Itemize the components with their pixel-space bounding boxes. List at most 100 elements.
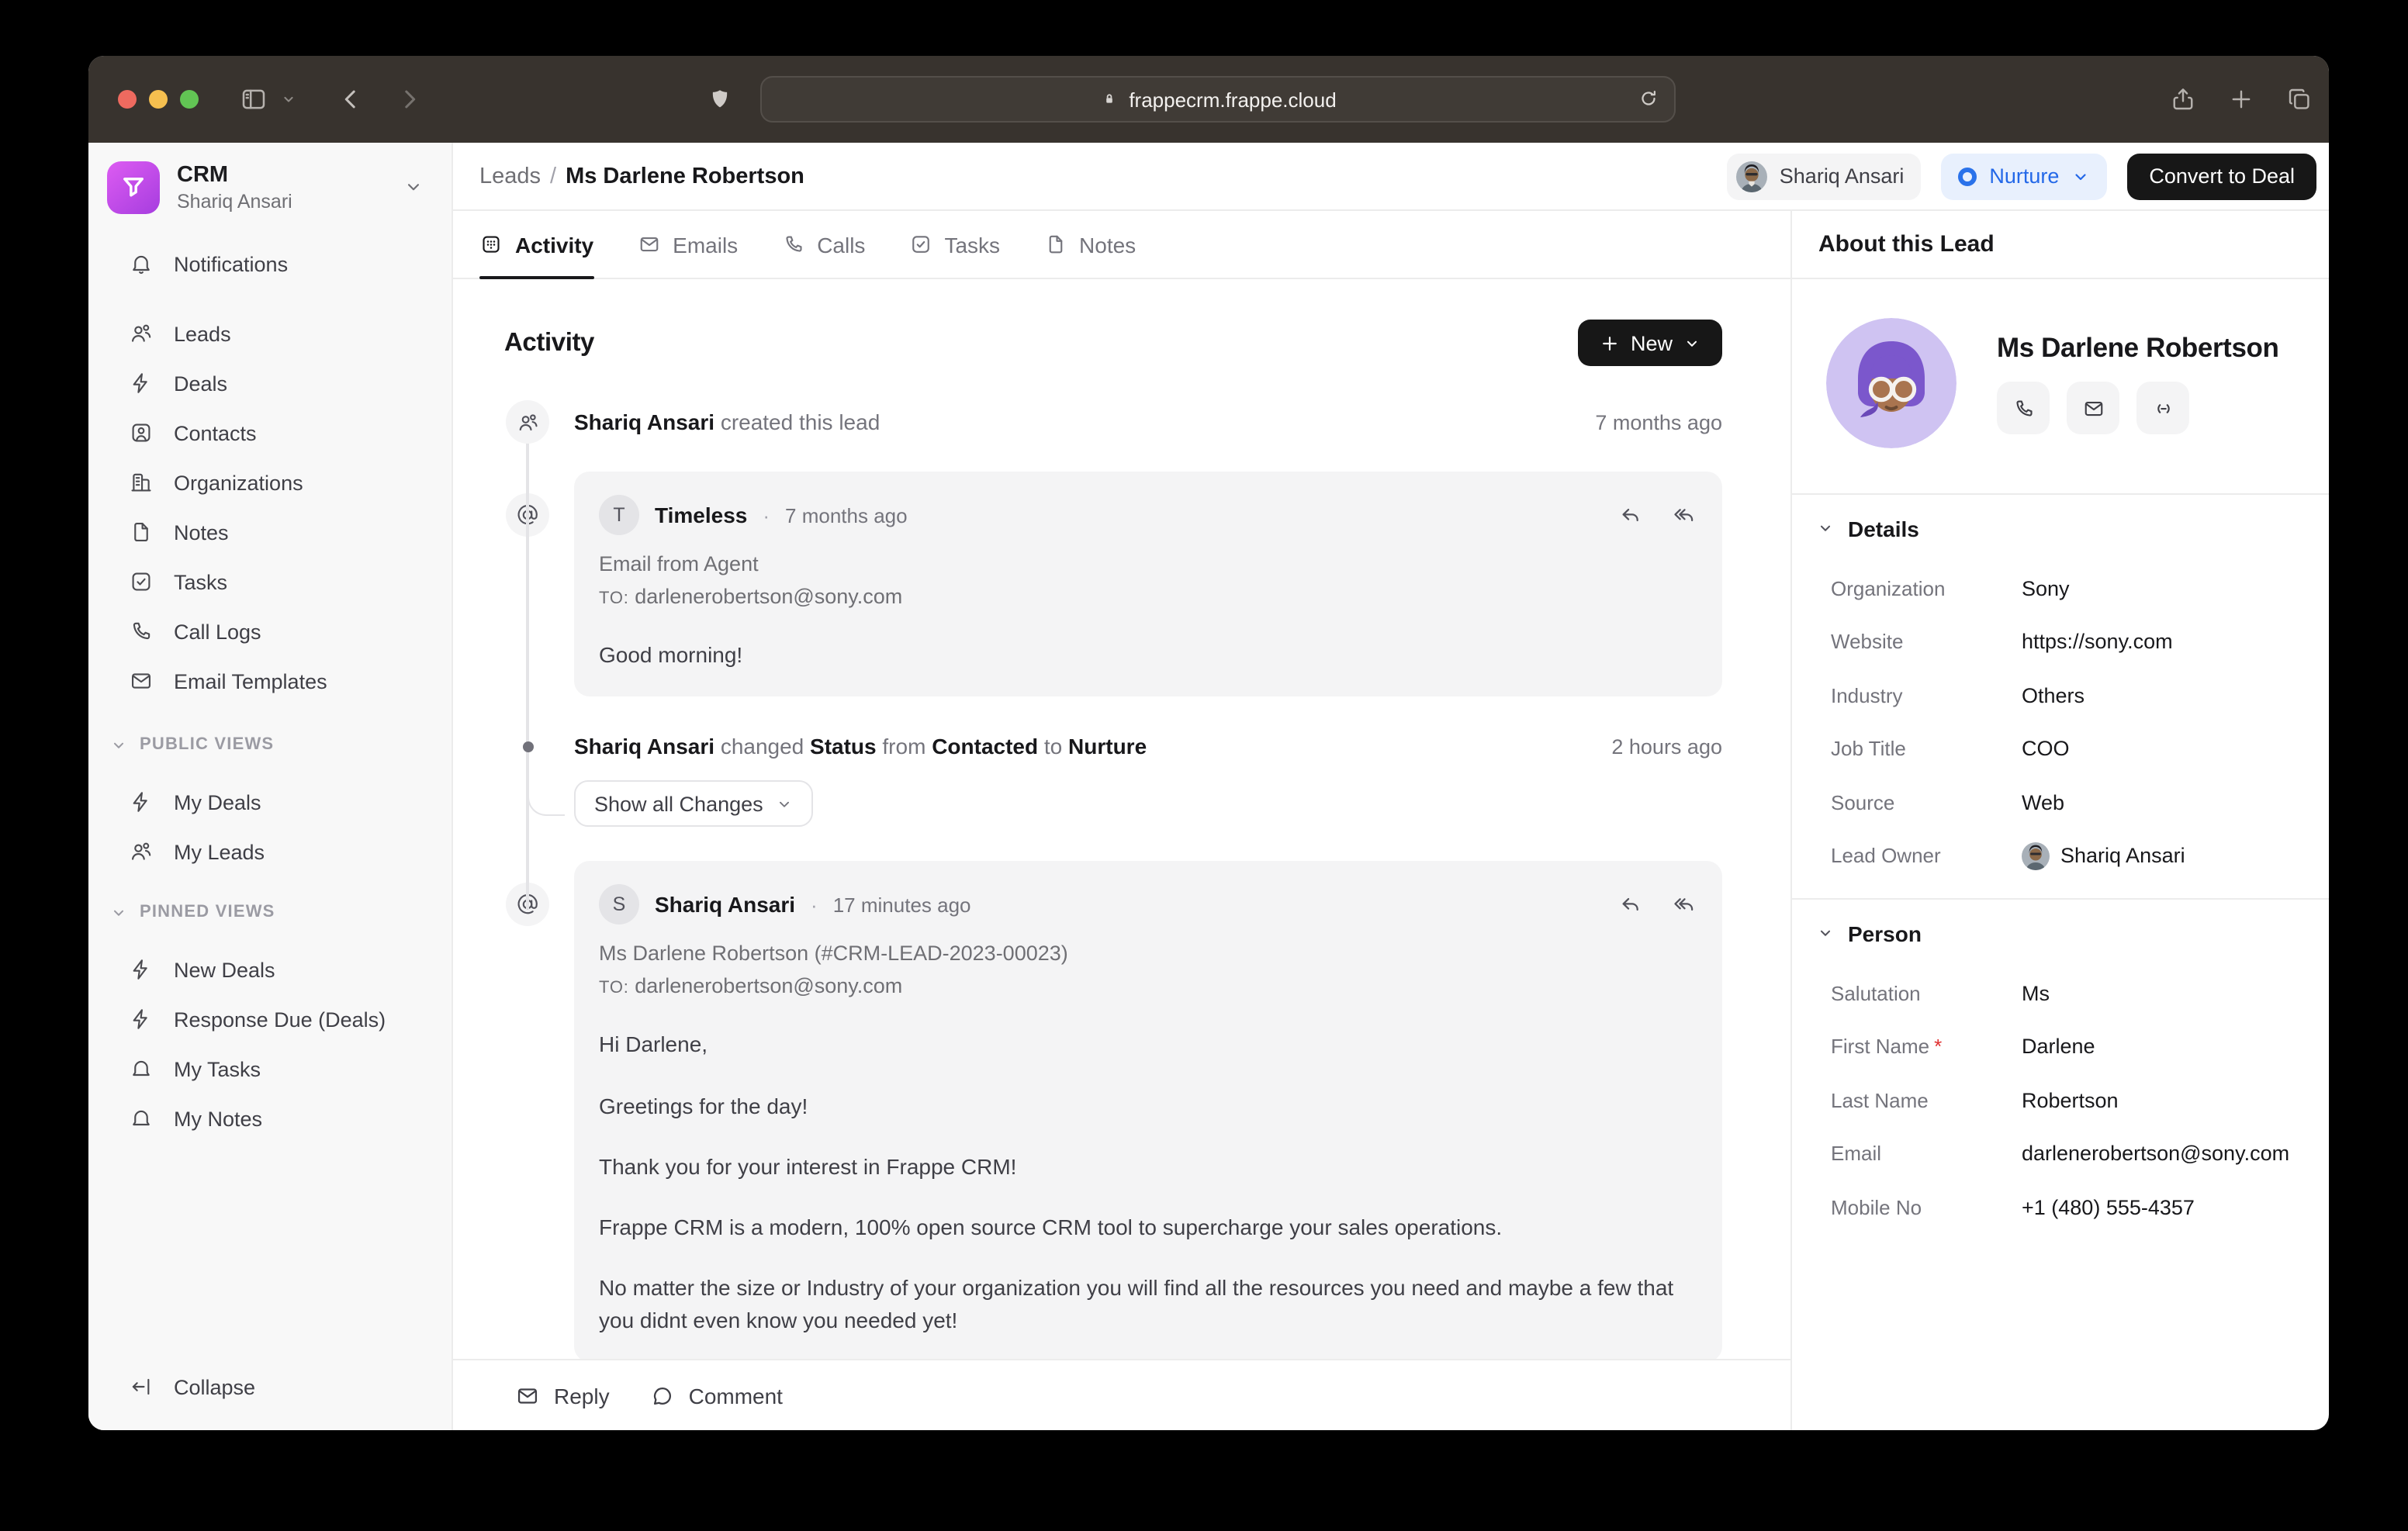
reply-button[interactable]: Reply [515, 1383, 610, 1408]
sidebar-item-leads[interactable]: Leads [88, 309, 452, 358]
comment-button[interactable]: Comment [650, 1383, 783, 1408]
email-subject: Ms Darlene Robertson (#CRM-LEAD-2023-000… [599, 942, 1697, 966]
field-first-name[interactable]: First Name* Darlene [1792, 1020, 2329, 1073]
field-industry[interactable]: Industry Others [1792, 669, 2329, 722]
field-email[interactable]: Email darlenerobertson@sony.com [1792, 1127, 2329, 1180]
url-text: frappecrm.frappe.cloud [1129, 88, 1336, 111]
field-source[interactable]: Source Web [1792, 776, 2329, 829]
section-title: Person [1848, 921, 1922, 945]
reply-all-icon[interactable] [1671, 503, 1697, 527]
sidebar-item-my-leads[interactable]: My Leads [88, 827, 452, 876]
plus-icon [1600, 333, 1620, 353]
users-icon [129, 839, 154, 864]
call-action-button[interactable] [1997, 382, 2050, 434]
sidebar-item-deals[interactable]: Deals [88, 358, 452, 408]
new-tab-plus-icon[interactable] [2228, 86, 2254, 112]
field-salutation[interactable]: Salutation Ms [1792, 966, 2329, 1020]
sidebar-item-my-tasks[interactable]: My Tasks [88, 1044, 452, 1094]
check-square-icon [908, 233, 932, 256]
workspace-switcher[interactable]: CRM Shariq Ansari [88, 143, 452, 214]
lead-avatar[interactable] [1826, 318, 1956, 448]
field-label: Email [1831, 1142, 2022, 1166]
convert-label: Convert to Deal [2149, 164, 2295, 188]
field-label: Job Title [1831, 738, 2022, 761]
field-value: Shariq Ansari [2060, 845, 2185, 868]
email-item: T Timeless · 7 months ago Email f [504, 472, 1722, 697]
sidebar-item-contacts[interactable]: Contacts [88, 408, 452, 458]
sidebar-toggle-icon[interactable] [239, 85, 268, 114]
lead-status-dropdown[interactable]: Nurture [1941, 153, 2107, 199]
maximize-window-button[interactable] [180, 90, 199, 109]
avatar [2022, 842, 2050, 870]
reload-icon[interactable] [1637, 87, 1660, 110]
reply-icon[interactable] [1618, 503, 1643, 527]
reply-all-icon[interactable] [1671, 893, 1697, 918]
tab-calls[interactable]: Calls [781, 211, 865, 278]
details-section-header[interactable]: Details [1792, 495, 2329, 562]
contact-card-icon [129, 420, 154, 445]
show-all-changes-button[interactable]: Show all Changes [574, 781, 813, 828]
assignee-chip[interactable]: Shariq Ansari [1727, 153, 1922, 199]
tab-tasks[interactable]: Tasks [908, 211, 1000, 278]
address-bar[interactable]: frappecrm.frappe.cloud [760, 76, 1676, 123]
tab-activity[interactable]: Activity [479, 211, 593, 278]
tab-label: Tasks [944, 232, 1000, 257]
sidebar-item-label: New Deals [174, 958, 275, 981]
mail-icon [2081, 396, 2105, 420]
sidebar-item-response-due-deals[interactable]: Response Due (Deals) [88, 994, 452, 1044]
chevron-down-icon [403, 177, 424, 197]
sidebar-item-notes[interactable]: Notes [88, 507, 452, 557]
field-label: Mobile No [1831, 1196, 2022, 1219]
shield-icon[interactable] [708, 87, 732, 112]
pinned-views-header[interactable]: PINNED VIEWS [88, 893, 452, 931]
activity-feed[interactable]: Activity New Shariq Ansari creat [453, 279, 1790, 1359]
reply-icon[interactable] [1618, 893, 1643, 918]
minimize-window-button[interactable] [149, 90, 168, 109]
breadcrumb-leads-link[interactable]: Leads [479, 164, 541, 188]
zap-icon [129, 1007, 154, 1032]
sidebar-item-my-notes[interactable]: My Notes [88, 1094, 452, 1143]
sidebar-item-tasks[interactable]: Tasks [88, 557, 452, 607]
sidebar-item-call-logs[interactable]: Call Logs [88, 607, 452, 656]
person-section-header[interactable]: Person [1792, 900, 2329, 966]
phone-icon [129, 619, 154, 644]
building-icon [129, 470, 154, 495]
status-from: Contacted [932, 734, 1038, 759]
field-organization[interactable]: Organization Sony [1792, 562, 2329, 615]
public-views-header[interactable]: PUBLIC VIEWS [88, 726, 452, 763]
chevron-down-icon [776, 796, 793, 813]
forward-button-icon[interactable] [396, 85, 424, 113]
activity-title: Activity [504, 328, 594, 358]
close-window-button[interactable] [118, 90, 137, 109]
app-name: CRM [177, 163, 292, 188]
sidebar-item-my-deals[interactable]: My Deals [88, 777, 452, 827]
field-last-name[interactable]: Last Name Robertson [1792, 1073, 2329, 1127]
convert-to-deal-button[interactable]: Convert to Deal [2127, 153, 2316, 199]
status-to: Nurture [1068, 734, 1147, 759]
sidebar-item-organizations[interactable]: Organizations [88, 458, 452, 507]
field-website[interactable]: Website https://sony.com [1792, 615, 2329, 669]
share-icon[interactable] [2169, 85, 2197, 113]
tab-emails[interactable]: Emails [637, 211, 738, 278]
email-action-button[interactable] [2067, 382, 2119, 434]
field-mobile-no[interactable]: Mobile No +1 (480) 555-4357 [1792, 1180, 2329, 1234]
tab-overview-icon[interactable] [2285, 85, 2313, 113]
field-job-title[interactable]: Job Title COO [1792, 722, 2329, 776]
field-label: Industry [1831, 684, 2022, 707]
link-action-button[interactable] [2136, 382, 2189, 434]
tab-notes[interactable]: Notes [1043, 211, 1136, 278]
email-time: 17 minutes ago [833, 893, 971, 917]
email-recipient: darlenerobertson@sony.com [635, 585, 902, 608]
back-button-icon[interactable] [337, 85, 365, 113]
sidebar-dropdown-chevron-icon[interactable] [281, 92, 296, 107]
avatar: S [599, 885, 639, 925]
sidebar-item-new-deals[interactable]: New Deals [88, 945, 452, 994]
sidebar-item-notifications[interactable]: Notifications [88, 239, 452, 289]
sidebar: CRM Shariq Ansari Notifications Leads [88, 143, 453, 1430]
new-button[interactable]: New [1578, 320, 1722, 366]
reply-label: Reply [554, 1383, 610, 1408]
collapse-sidebar-button[interactable]: Collapse [88, 1362, 452, 1412]
sidebar-item-email-templates[interactable]: Email Templates [88, 656, 452, 706]
field-lead-owner[interactable]: Lead Owner Shariq Ansari [1792, 829, 2329, 883]
field-label: Organization [1831, 577, 2022, 600]
